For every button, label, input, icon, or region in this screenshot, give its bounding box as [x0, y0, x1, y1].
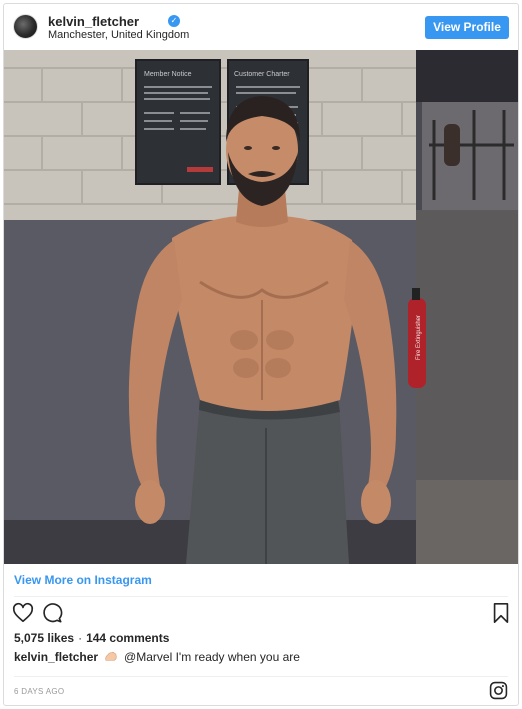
- instagram-embed-card: kelvin_fletcher ✓ Manchester, United Kin…: [3, 3, 519, 706]
- avatar[interactable]: [13, 14, 38, 39]
- flexed-biceps-emoji-icon: [105, 651, 117, 661]
- divider: [14, 596, 508, 597]
- caption: kelvin_fletcher @Marvel I'm ready when y…: [14, 650, 300, 664]
- action-bar: [4, 602, 518, 628]
- gym-photo-illustration: Member Notice Customer Charter Fire Exti…: [4, 50, 518, 564]
- verified-badge-icon: ✓: [168, 15, 180, 27]
- caption-mention[interactable]: @Marvel: [124, 650, 172, 664]
- sign2-title: Customer Charter: [234, 71, 290, 78]
- comment-icon[interactable]: [41, 602, 63, 624]
- engagement-counts: 5,075 likes · 144 comments: [14, 631, 169, 645]
- separator-dot: ·: [78, 631, 83, 645]
- post-header: kelvin_fletcher ✓ Manchester, United Kin…: [4, 4, 518, 50]
- username[interactable]: kelvin_fletcher: [48, 14, 139, 29]
- view-more-link[interactable]: View More on Instagram: [14, 573, 152, 587]
- location[interactable]: Manchester, United Kingdom: [48, 29, 189, 41]
- caption-username[interactable]: kelvin_fletcher: [14, 650, 98, 664]
- timestamp[interactable]: 6 DAYS AGO: [14, 687, 64, 696]
- caption-text: I'm ready when you are: [175, 650, 300, 664]
- post-photo[interactable]: Member Notice Customer Charter Fire Exti…: [4, 50, 518, 564]
- bookmark-icon[interactable]: [490, 602, 512, 624]
- instagram-logo-icon[interactable]: [489, 681, 508, 700]
- divider: [14, 676, 508, 677]
- sign1-title: Member Notice: [144, 71, 192, 78]
- heart-icon[interactable]: [12, 602, 34, 624]
- likes-count[interactable]: 5,075 likes: [14, 631, 74, 645]
- extinguisher-label: Fire Extinguisher: [416, 315, 422, 360]
- comments-count[interactable]: 144 comments: [86, 631, 169, 645]
- view-profile-button[interactable]: View Profile: [425, 16, 509, 39]
